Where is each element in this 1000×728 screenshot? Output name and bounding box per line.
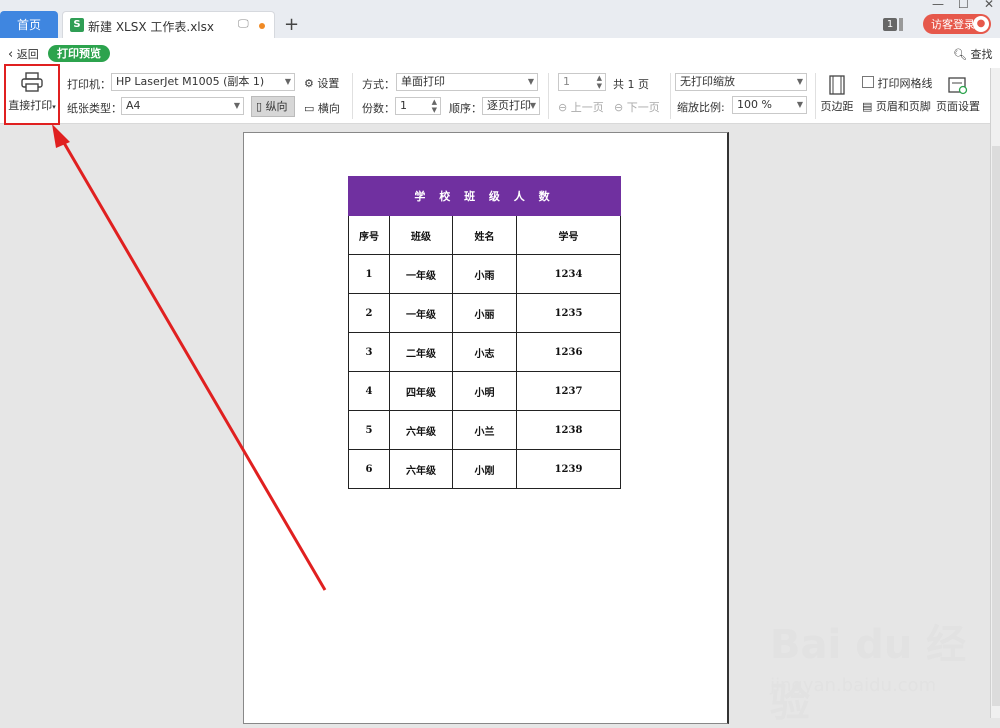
watermark-url: jingyan.baidu.com [770,675,937,696]
baidu-watermark: Bai du 经验 [770,622,967,726]
annotation-arrow [52,124,327,591]
